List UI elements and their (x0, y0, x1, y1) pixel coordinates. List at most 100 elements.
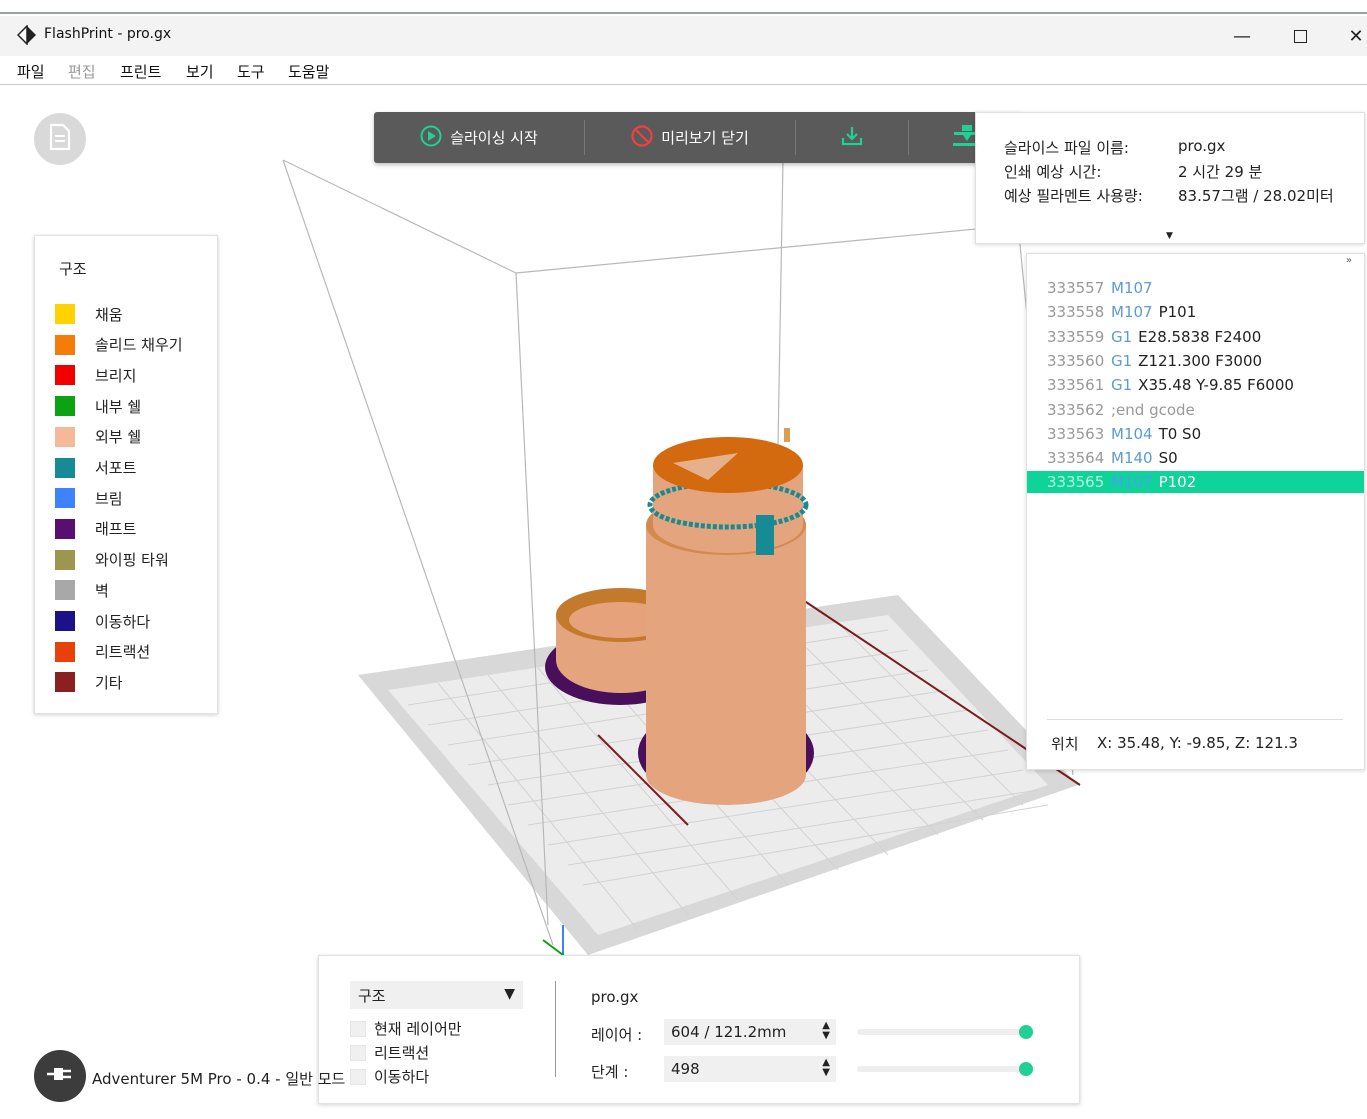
menu-tools[interactable]: 도구 (237, 61, 265, 82)
prohibited-icon (631, 124, 653, 151)
document-icon (48, 123, 72, 155)
maximize-button[interactable] (1277, 20, 1323, 52)
legend-swatch (55, 488, 75, 509)
legend-label: 외부 쉘 (95, 428, 142, 447)
legend-item: 외부 쉘 (55, 426, 141, 448)
checkbox-label: 현재 레이어만 (374, 1020, 462, 1038)
plug-icon (45, 1062, 75, 1090)
gcode-line[interactable]: 333557 M107 (1027, 277, 1364, 299)
legend-item: 리트랙션 (55, 641, 150, 663)
menu-bar: 파일 편집 프린트 보기 도구 도움말 (0, 56, 1367, 85)
file-info-button[interactable] (34, 113, 86, 165)
step-slider-handle[interactable] (1019, 1062, 1033, 1076)
menu-print[interactable]: 프린트 (120, 61, 161, 82)
step-slider[interactable] (857, 1062, 1035, 1076)
position-value: X: 35.48, Y: -9.85, Z: 121.3 (1097, 734, 1298, 752)
gcode-arguments: X35.48 Y-9.85 F6000 (1138, 376, 1294, 395)
gcode-line[interactable]: 333560 G1 Z121.300 F3000 (1027, 350, 1364, 372)
checkbox-label: 이동하다 (374, 1068, 430, 1086)
menu-view[interactable]: 보기 (186, 61, 214, 82)
gcode-comment: ;end gcode (1111, 400, 1195, 419)
layer-spinbox[interactable]: 604 / 121.2mm ▲ ▼ (664, 1019, 836, 1045)
legend-swatch (55, 396, 75, 417)
legend-label: 브림 (95, 489, 123, 508)
window-top-border (0, 0, 1367, 14)
start-slicing-button[interactable]: 슬라이싱 시작 (374, 112, 584, 163)
legend-label: 이동하다 (95, 612, 151, 631)
gcode-command: G1 (1111, 376, 1133, 395)
gcode-command: M107 (1111, 473, 1153, 492)
minimize-button[interactable]: — (1219, 20, 1265, 52)
gcode-line-selected[interactable]: 333565 M107 P102 (1027, 471, 1364, 494)
view-mode-dropdown[interactable]: 구조 ▼ (350, 981, 523, 1009)
legend-item: 브림 (55, 487, 123, 509)
collapse-arrow-icon[interactable]: ▼ (1166, 231, 1173, 241)
printer-connection-button[interactable] (34, 1050, 86, 1102)
legend-swatch (55, 672, 75, 693)
expand-panel-icon[interactable]: » (1346, 255, 1352, 266)
step-value: 498 (671, 1060, 700, 1078)
spin-arrows-icon[interactable]: ▲ ▼ (822, 1058, 830, 1078)
position-divider (1047, 719, 1343, 720)
view-mode-value: 구조 (358, 986, 386, 1005)
slice-info-panel: 슬라이스 파일 이름: pro.gx 인쇄 예상 시간: 2 시간 29 분 예… (975, 112, 1365, 244)
checkbox-box[interactable] (350, 1044, 366, 1061)
gcode-line[interactable]: 333561 G1 X35.48 Y-9.85 F6000 (1027, 374, 1364, 396)
spin-arrows-icon[interactable]: ▲ ▼ (822, 1021, 830, 1041)
legend-item: 벽 (55, 579, 109, 601)
nozzle-marker (784, 428, 790, 442)
checkbox-box[interactable] (350, 1020, 366, 1037)
position-label: 위치 (1051, 735, 1079, 753)
gcode-command: G1 (1111, 351, 1133, 370)
gcode-line[interactable]: 333559 G1 E28.5838 F2400 (1027, 326, 1364, 348)
legend-swatch (55, 641, 75, 662)
menu-edit[interactable]: 편집 (68, 61, 96, 82)
gcode-line-number: 333563 (1047, 424, 1105, 443)
step-label: 단계 : (591, 1063, 629, 1081)
legend-label: 래프트 (95, 520, 137, 539)
flashprint-logo-icon (16, 24, 37, 46)
retraction-checkbox[interactable]: 리트랙션 (350, 1042, 429, 1063)
travel-checkbox[interactable]: 이동하다 (350, 1066, 429, 1087)
layer-slider-handle[interactable] (1019, 1025, 1033, 1039)
print-time-value: 2 시간 29 분 (1178, 163, 1263, 181)
close-icon: ✕ (1348, 25, 1364, 47)
close-preview-button[interactable]: 미리보기 닫기 (585, 112, 795, 163)
step-spinbox[interactable]: 498 ▲ ▼ (664, 1056, 836, 1082)
close-button[interactable]: ✕ (1333, 20, 1367, 52)
preview-file-name: pro.gx (591, 988, 639, 1006)
filament-label: 예상 필라멘트 사용량: (1004, 187, 1143, 205)
gcode-line-number: 333558 (1047, 303, 1105, 322)
minimize-icon: — (1233, 25, 1251, 47)
gcode-line-number: 333565 (1047, 473, 1105, 492)
gcode-arguments: T0 S0 (1158, 424, 1202, 443)
legend-item: 래프트 (55, 518, 136, 540)
legend-item: 와이핑 타워 (55, 549, 169, 571)
gcode-arguments: P102 (1158, 473, 1197, 492)
legend-label: 채움 (95, 305, 123, 324)
checkbox-label: 리트랙션 (374, 1044, 430, 1062)
legend-title: 구조 (59, 260, 87, 278)
legend-label: 솔리드 채우기 (95, 336, 183, 355)
legend-label: 기타 (95, 673, 123, 692)
layer-value: 604 / 121.2mm (671, 1023, 787, 1041)
gcode-line[interactable]: 333558 M107 P101 (1027, 301, 1364, 323)
menu-help[interactable]: 도움말 (288, 61, 329, 82)
start-slicing-label: 슬라이싱 시작 (450, 129, 538, 147)
legend-item: 서포트 (55, 457, 136, 479)
lid-top (653, 437, 803, 493)
export-button[interactable] (796, 112, 908, 163)
download-icon (840, 125, 864, 151)
gcode-line[interactable]: 333564 M140 S0 (1027, 447, 1364, 469)
close-preview-label: 미리보기 닫기 (661, 129, 749, 147)
legend-swatch (55, 580, 75, 601)
layer-slider[interactable] (857, 1025, 1035, 1039)
gcode-line[interactable]: 333562 ;end gcode (1027, 399, 1364, 421)
menu-file[interactable]: 파일 (17, 61, 45, 82)
printer-status: Adventurer 5M Pro - 0.4 - 일반 모드 (92, 1070, 346, 1088)
current-layer-only-checkbox[interactable]: 현재 레이어만 (350, 1018, 462, 1039)
file-name-value: pro.gx (1178, 137, 1226, 155)
legend-swatch (55, 334, 75, 355)
gcode-line[interactable]: 333563 M104 T0 S0 (1027, 423, 1364, 445)
checkbox-box[interactable] (350, 1068, 366, 1085)
